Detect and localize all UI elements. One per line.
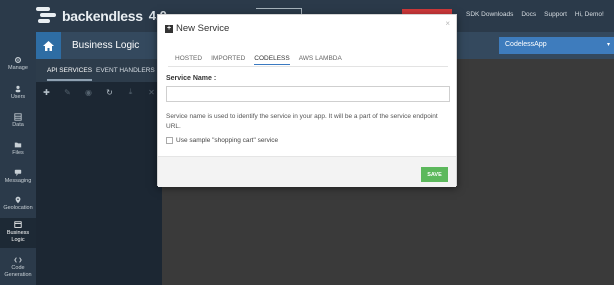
sidebar-item-label: Geolocation — [3, 205, 33, 211]
sidebar: Manage Users Data Files Messaging Geoloc… — [0, 32, 36, 285]
logo-text: backendless — [62, 7, 143, 24]
sidebar-item-messaging[interactable]: Messaging — [0, 169, 36, 185]
code-brackets-icon — [14, 257, 22, 263]
sample-service-option[interactable]: Use sample "shopping cart" service — [166, 137, 278, 144]
sidebar-item-label: Messaging — [4, 178, 32, 184]
backendless-logo[interactable]: backendless 4.0 — [36, 7, 167, 24]
services-panel: API SERVICES EVENT HANDLERS ✚ ✎ ◉ ↻ ⤓ ✕ — [36, 59, 162, 285]
info-icon[interactable]: ◉ — [78, 88, 99, 97]
sidebar-item-label: Data — [12, 122, 24, 128]
dialog-footer: SAVE — [158, 156, 456, 187]
service-name-help: Service name is used to identify the ser… — [166, 113, 438, 130]
map-pin-icon — [15, 196, 21, 204]
logo-mark-icon — [36, 7, 58, 24]
new-service-dialog: + New Service × HOSTED IMPORTED CODELESS… — [157, 14, 457, 187]
sidebar-item-code-generation[interactable]: Code Generation — [0, 256, 36, 279]
sidebar-item-geolocation[interactable]: Geolocation — [0, 196, 36, 212]
panel-toolbar: ✚ ✎ ◉ ↻ ⤓ ✕ — [36, 82, 162, 102]
tab-imported[interactable]: IMPORTED — [211, 55, 245, 65]
folder-icon — [14, 142, 22, 148]
gear-icon — [15, 57, 21, 63]
home-button[interactable] — [36, 32, 61, 59]
sidebar-item-label: Files — [12, 150, 24, 156]
sidebar-item-label: Code Generation — [4, 265, 32, 278]
download-icon[interactable]: ⤓ — [120, 87, 141, 97]
sample-service-label: Use sample "shopping cart" service — [176, 137, 279, 144]
tabs-divider — [168, 66, 448, 67]
home-icon — [43, 40, 54, 51]
service-type-tabs: HOSTED IMPORTED CODELESS AWS LAMBDA — [175, 55, 342, 65]
dialog-title-text: New Service — [176, 23, 230, 34]
tab-hosted[interactable]: HOSTED — [175, 55, 202, 65]
panel-tabs: API SERVICES EVENT HANDLERS — [36, 59, 162, 82]
sdk-downloads-link[interactable]: SDK Downloads — [466, 11, 513, 18]
sidebar-item-manage[interactable]: Manage — [0, 56, 36, 72]
sidebar-item-label: Manage — [8, 65, 28, 71]
sidebar-item-users[interactable]: Users — [0, 85, 36, 101]
sidebar-item-files[interactable]: Files — [0, 141, 36, 157]
sidebar-item-business-logic[interactable]: Business Logic — [0, 218, 36, 248]
tab-aws-lambda[interactable]: AWS LAMBDA — [299, 55, 342, 65]
sidebar-item-label: Users — [10, 94, 26, 100]
edit-icon[interactable]: ✎ — [57, 88, 78, 97]
user-menu[interactable]: Hi, Demo! — [575, 11, 604, 18]
plus-square-icon: + — [165, 24, 173, 33]
code-window-icon — [14, 221, 22, 228]
sidebar-item-label: Business Logic — [6, 230, 30, 243]
database-icon — [14, 113, 22, 121]
users-icon — [15, 85, 21, 93]
page-title: Business Logic — [72, 40, 140, 51]
app-selector[interactable]: CodelessApp ▾ — [499, 37, 614, 54]
tab-event-handlers[interactable]: EVENT HANDLERS — [96, 67, 155, 74]
add-icon[interactable]: ✚ — [36, 88, 57, 97]
dialog-header: + New Service × — [158, 15, 456, 41]
docs-link[interactable]: Docs — [521, 11, 536, 18]
support-link[interactable]: Support — [544, 11, 567, 18]
dialog-title: + New Service — [165, 23, 229, 34]
sample-service-checkbox[interactable] — [166, 137, 173, 144]
service-name-input[interactable] — [166, 86, 450, 102]
top-links: SDK Downloads Docs Support Hi, Demo! — [466, 11, 604, 18]
refresh-icon[interactable]: ↻ — [99, 88, 120, 97]
sidebar-item-data[interactable]: Data — [0, 113, 36, 129]
service-name-label: Service Name : — [166, 75, 217, 82]
chevron-down-icon: ▾ — [606, 42, 610, 48]
save-button[interactable]: SAVE — [421, 167, 448, 182]
close-icon[interactable]: × — [445, 19, 450, 28]
chat-icon — [14, 169, 22, 177]
app-selector-value: CodelessApp — [505, 41, 547, 48]
tab-api-services[interactable]: API SERVICES — [47, 67, 93, 81]
tab-codeless[interactable]: CODELESS — [254, 55, 290, 65]
